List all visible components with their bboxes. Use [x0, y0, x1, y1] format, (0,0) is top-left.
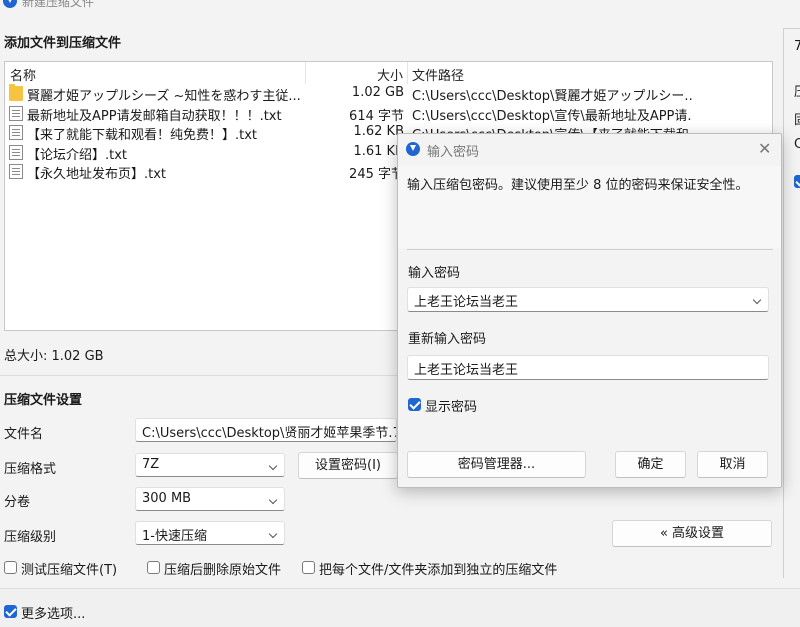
show-password-label: 显示密码: [425, 400, 478, 415]
right-panel-checkbox[interactable]: [794, 175, 800, 188]
bottom-bar: 更多选项...: [0, 588, 800, 627]
ok-button[interactable]: 确定: [615, 451, 686, 478]
delete-after-checkbox[interactable]: [147, 561, 160, 574]
file-name: 賢麗才姫アップルシーズ ~知性を惑わす主従...: [27, 89, 301, 104]
advanced-settings-button[interactable]: « 高级设置: [612, 520, 772, 547]
filename-input[interactable]: C:\Users\ccc\Desktop\贤丽才姬苹果季节.7z: [135, 418, 397, 442]
more-options-label[interactable]: 更多选项...: [21, 603, 85, 622]
more-options-checkbox[interactable]: [4, 605, 17, 618]
dialog-title: 输入密码: [427, 145, 480, 160]
format-select[interactable]: 7Z: [135, 453, 285, 477]
settings-heading: 压缩文件设置: [4, 393, 83, 408]
right-panel-char: 压: [794, 81, 800, 100]
file-list-header: 名称 大小 文件路径: [5, 62, 772, 84]
text-file-icon: [9, 105, 23, 121]
folder-icon: [9, 84, 23, 101]
add-files-heading: 添加文件到压缩文件: [4, 36, 122, 51]
total-size: 总大小: 1.02 GB: [4, 349, 104, 364]
file-size: 1.02 GB: [351, 85, 404, 100]
column-header-path[interactable]: 文件路径: [412, 65, 464, 84]
file-list-row[interactable]: 賢麗才姫アップルシーズ ~知性を惑わす主従... 1.02 GB C:\Users\…: [5, 84, 772, 104]
window-title: 新建压缩文件: [22, 0, 95, 9]
test-archive-label: 测试压缩文件(T): [21, 563, 118, 578]
title-bar: 新建压缩文件: [0, 0, 800, 14]
right-panel-char: C: [794, 137, 800, 152]
set-password-button[interactable]: 设置密码(I): [298, 452, 398, 479]
delete-after-label: 压缩后删除原始文件: [164, 563, 282, 578]
separate-archives-checkbox[interactable]: [302, 561, 315, 574]
divider: [407, 249, 773, 250]
right-options-panel: 7 压 固 C: [783, 28, 800, 578]
right-panel-char: 固: [794, 109, 800, 128]
reenter-password-label: 重新输入密码: [408, 332, 487, 347]
file-list-row[interactable]: 最新地址及APP请发邮箱自动获取！！！.txt 614 字节 C:\Users\cc…: [5, 104, 772, 124]
file-size: 614 字节: [349, 108, 404, 124]
column-header-size[interactable]: 大小: [377, 65, 403, 84]
volume-label: 分卷: [4, 495, 31, 510]
password-input[interactable]: 上老王论坛当老王: [407, 287, 769, 312]
show-password-checkbox[interactable]: [408, 398, 421, 411]
file-size: 245 字节: [349, 167, 404, 182]
level-select[interactable]: 1-快速压缩: [135, 521, 285, 545]
file-path: C:\Users\ccc\Desktop\賢麗才姫アップルシー...: [412, 89, 692, 104]
level-label: 压缩级别: [4, 530, 57, 545]
close-icon[interactable]: ✕: [758, 139, 771, 158]
column-header-name[interactable]: 名称: [10, 65, 36, 84]
text-file-icon: [9, 144, 23, 160]
password-manager-button[interactable]: 密码管理器...: [407, 451, 586, 478]
file-name: 【论坛介绍】.txt: [27, 147, 128, 163]
test-archive-checkbox[interactable]: [4, 561, 17, 574]
file-path: C:\Users\ccc\Desktop\宣传\最新地址及APP请...: [412, 108, 692, 124]
volume-select[interactable]: 300 MB: [135, 487, 285, 511]
reenter-password-input[interactable]: 上老王论坛当老王: [407, 355, 769, 380]
separate-archives-label: 把每个文件/文件夹添加到独立的压缩文件: [319, 563, 558, 578]
text-file-icon: [9, 125, 23, 140]
dialog-description: 输入压缩包密码。建议使用至少 8 位的密码来保证安全性。: [407, 178, 749, 193]
app-logo-icon: [3, 0, 17, 8]
cancel-button[interactable]: 取消: [697, 451, 768, 478]
text-file-icon: [9, 164, 23, 179]
password-dialog: 输入密码 ✕ 输入压缩包密码。建议使用至少 8 位的密码来保证安全性。 输入密码…: [397, 133, 782, 488]
file-name: 最新地址及APP请发邮箱自动获取！！！.txt: [27, 108, 282, 124]
right-panel-char: 7: [794, 39, 800, 54]
password-label: 输入密码: [408, 266, 461, 281]
app-logo-icon: [406, 142, 420, 156]
file-name: 【永久地址发布页】.txt: [27, 167, 167, 182]
filename-label: 文件名: [4, 427, 44, 442]
format-label: 压缩格式: [4, 462, 57, 477]
file-name: 【来了就能下载和观看！纯免费！】.txt: [27, 128, 258, 143]
